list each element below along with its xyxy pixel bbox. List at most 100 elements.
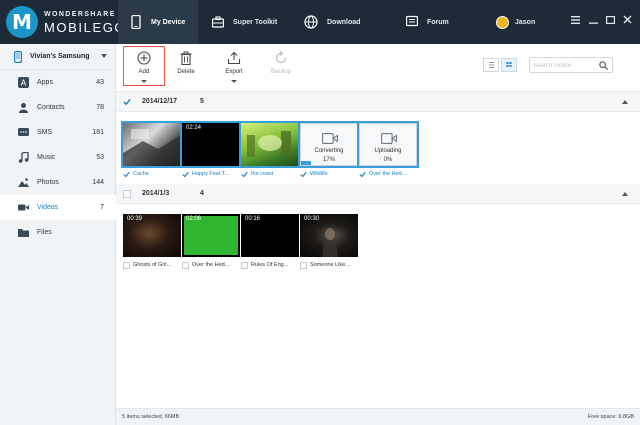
video-caption[interactable]: Over the Hed...	[359, 169, 419, 179]
video-duration: 02:24	[186, 125, 202, 131]
add-button[interactable]: Add	[124, 48, 164, 88]
video-caption[interactable]: Over the Hed...	[182, 260, 242, 270]
checkmark-icon[interactable]	[123, 171, 130, 178]
date-group-header[interactable]: 2014/12/17 5	[116, 92, 640, 112]
minimize-icon[interactable]	[586, 14, 600, 28]
video-thumbnail[interactable]	[239, 121, 301, 168]
free-space: Free space: 9.8GB	[587, 414, 634, 420]
checkmark-icon[interactable]	[182, 171, 189, 178]
checkbox-icon[interactable]	[123, 190, 131, 198]
user-name: Jason	[515, 18, 536, 26]
tab-super-toolkit[interactable]: Super Toolkit	[200, 0, 290, 44]
user-account[interactable]: Jason	[484, 0, 554, 44]
checkmark-icon[interactable]	[123, 98, 131, 106]
backup-button[interactable]: Backup	[261, 48, 301, 88]
checkmark-icon[interactable]	[241, 171, 248, 178]
chevron-down-icon[interactable]	[141, 80, 147, 83]
chevron-down-icon[interactable]	[231, 80, 237, 83]
svg-text:A: A	[21, 79, 27, 88]
export-button[interactable]: Export	[214, 48, 254, 88]
phone-icon	[131, 15, 141, 29]
checkbox-icon[interactable]	[241, 261, 248, 269]
video-title: Wildlife	[310, 171, 328, 177]
video-duration: 02:06	[186, 216, 202, 222]
list-view-toggle[interactable]	[483, 58, 499, 72]
sidebar-item-apps[interactable]: A Apps 43	[0, 70, 116, 95]
checkbox-icon[interactable]	[182, 261, 189, 269]
video-camera-icon	[18, 204, 29, 211]
video-caption[interactable]: Rules Of Eng...	[241, 260, 301, 270]
tab-label: My Device	[151, 18, 186, 26]
video-caption[interactable]: Someone Like...	[300, 260, 360, 270]
close-icon[interactable]	[620, 14, 634, 28]
video-uploading-card[interactable]: Uploading 0%	[357, 121, 419, 168]
photos-icon	[18, 178, 29, 187]
tab-download[interactable]: Download	[292, 0, 382, 44]
checkbox-icon[interactable]	[123, 261, 130, 269]
checkbox-icon[interactable]	[300, 261, 307, 269]
globe-icon	[304, 15, 318, 29]
sidebar-item-sms[interactable]: SMS 181	[0, 120, 116, 145]
tab-forum[interactable]: Forum	[394, 0, 474, 44]
checkmark-icon[interactable]	[359, 171, 366, 178]
title-bar: M WONDERSHARE MOBILEGO My Device Super T…	[0, 0, 640, 44]
trash-icon	[180, 51, 192, 65]
video-title: Someone Like...	[310, 262, 350, 268]
search-input[interactable]	[533, 60, 595, 71]
sidebar-item-photos[interactable]: Photos 144	[0, 170, 116, 195]
video-title: Ghosts of Girl...	[133, 262, 172, 268]
group-date: 2014/1/3	[142, 190, 170, 197]
chevron-up-icon[interactable]	[622, 100, 628, 104]
device-name: Vivian's Samsung	[30, 53, 90, 60]
chevron-down-icon[interactable]	[101, 54, 107, 58]
selection-summary: 5 items selected, 66MB	[122, 414, 180, 420]
chevron-up-icon[interactable]	[622, 192, 628, 196]
video-converting-card[interactable]: Converting 17%	[298, 121, 360, 168]
apps-icon: A	[18, 77, 29, 88]
video-frame	[247, 131, 291, 157]
video-caption[interactable]: the coast	[241, 169, 301, 179]
refresh-icon	[275, 51, 287, 64]
device-selector[interactable]: Vivian's Samsung	[0, 44, 115, 70]
video-thumbnail[interactable]: 00:39	[123, 214, 181, 257]
add-label: Add	[138, 69, 150, 75]
delete-button[interactable]: Delete	[166, 48, 206, 88]
video-duration: 00:16	[245, 216, 261, 222]
video-thumbnail[interactable]: 00:30	[300, 214, 358, 257]
sidebar-item-count: 43	[96, 79, 104, 86]
sidebar-item-label: Videos	[37, 204, 59, 211]
backup-label: Backup	[270, 69, 291, 75]
tab-my-device[interactable]: My Device	[118, 0, 198, 44]
search-box[interactable]	[529, 57, 613, 73]
add-icon	[137, 51, 151, 65]
sidebar-item-music[interactable]: Music 53	[0, 145, 116, 170]
sidebar-item-contacts[interactable]: Contacts 78	[0, 95, 116, 120]
convert-progress	[301, 161, 311, 165]
status-bar: 5 items selected, 66MB Free space: 9.8GB	[116, 408, 640, 425]
sidebar-item-label: Photos	[37, 179, 59, 186]
sidebar-item-count: 7	[100, 204, 104, 211]
video-thumbnail[interactable]	[121, 121, 183, 168]
video-title: the coast	[251, 171, 274, 177]
maximize-icon[interactable]	[603, 14, 617, 28]
video-caption[interactable]: Wildlife	[300, 169, 360, 179]
checkmark-icon[interactable]	[300, 171, 307, 178]
sidebar-item-files[interactable]: Files	[0, 220, 116, 245]
folder-icon	[18, 229, 29, 237]
grid-view-toggle[interactable]	[501, 58, 517, 72]
sidebar-item-label: Contacts	[37, 104, 65, 111]
video-thumbnail[interactable]: 02:06	[182, 214, 240, 257]
video-caption[interactable]: Happy Feet T...	[182, 169, 242, 179]
video-caption[interactable]: Ghosts of Girl...	[123, 260, 183, 270]
search-icon[interactable]	[599, 61, 608, 70]
date-group-header[interactable]: 2014/1/3 4	[116, 184, 640, 204]
grid-view-icon	[506, 62, 512, 67]
logo-mark: M	[6, 6, 38, 38]
sidebar-item-count: 78	[96, 104, 104, 111]
menu-icon[interactable]	[568, 14, 582, 28]
video-thumbnail[interactable]: 00:16	[241, 214, 299, 257]
sidebar-item-label: Music	[37, 154, 56, 161]
video-thumbnail[interactable]: 02:24	[180, 121, 242, 168]
video-caption[interactable]: Cache	[123, 169, 183, 179]
sidebar-item-videos[interactable]: Videos 7	[0, 195, 116, 220]
